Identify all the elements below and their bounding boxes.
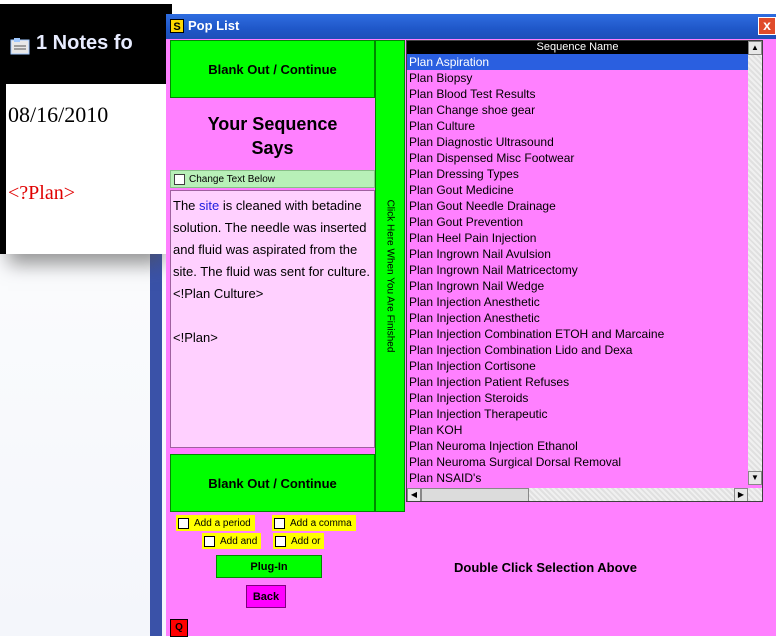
add-period-label: Add a period bbox=[194, 517, 251, 529]
scroll-left-icon[interactable]: ◀ bbox=[407, 488, 421, 501]
add-and-label: Add and bbox=[220, 535, 258, 547]
notes-date: 08/16/2010 bbox=[8, 102, 109, 127]
add-period-checkbox[interactable] bbox=[178, 517, 189, 529]
scroll-right-icon[interactable]: ▶ bbox=[734, 488, 748, 501]
notes-icon bbox=[10, 38, 30, 55]
plug-in-button[interactable]: Plug-In bbox=[216, 555, 322, 578]
add-or-checkbox[interactable] bbox=[275, 535, 286, 547]
change-text-label: Change Text Below bbox=[189, 173, 275, 185]
scroll-down-icon[interactable]: ▼ bbox=[748, 471, 762, 485]
blank-out-continue-button-bottom[interactable]: Blank Out / Continue bbox=[170, 454, 375, 512]
close-icon[interactable]: x bbox=[758, 17, 776, 35]
sequence-list-item[interactable]: Plan Heel Pain Injection bbox=[407, 230, 748, 246]
notes-body[interactable]: 08/16/2010 <?Plan> bbox=[6, 84, 172, 254]
sequence-list-items: Plan Aspiration Plan Biopsy Plan Blood Tes… bbox=[407, 54, 748, 486]
sequence-list-item[interactable]: Plan Injection Patient Refuses bbox=[407, 374, 748, 390]
sequence-list-item[interactable]: Plan Dispensed Misc Footwear bbox=[407, 150, 748, 166]
your-sequence-says-heading: Your Sequence Says bbox=[170, 98, 375, 176]
add-or-option[interactable]: Add or bbox=[273, 533, 325, 549]
pop-list-title: Pop List bbox=[188, 18, 240, 33]
horizontal-scroll-thumb[interactable] bbox=[421, 488, 529, 501]
sequence-text-area[interactable]: The site is cleaned with betadine soluti… bbox=[170, 190, 375, 448]
sequence-list-item[interactable]: Plan NSAID's bbox=[407, 470, 748, 486]
add-and-checkbox[interactable] bbox=[204, 535, 215, 547]
sequence-list-item[interactable]: Plan Injection Cortisone bbox=[407, 358, 748, 374]
notes-window: 1 Notes fo 08/16/2010 <?Plan> bbox=[0, 4, 172, 254]
horizontal-scrollbar[interactable]: ◀ ▶ bbox=[407, 488, 762, 501]
app-icon: S bbox=[170, 19, 184, 33]
add-and-option[interactable]: Add and bbox=[202, 533, 262, 549]
change-text-checkbox[interactable] bbox=[174, 173, 185, 185]
text-after: is cleaned with betadine solution. The n… bbox=[173, 198, 371, 301]
sequence-list-item[interactable]: Plan Ingrown Nail Wedge bbox=[407, 278, 748, 294]
notes-title-text: 1 Notes fo bbox=[36, 32, 133, 54]
pop-list-titlebar: S Pop List x bbox=[166, 14, 776, 39]
sequence-list-item[interactable]: Plan Diagnostic Ultrasound bbox=[407, 134, 748, 150]
sequence-list-item[interactable]: Plan Injection Combination ETOH and Marc… bbox=[407, 326, 748, 342]
sequence-list-item[interactable]: Plan Dressing Types bbox=[407, 166, 748, 182]
sequence-list-item[interactable]: Plan Injection Therapeutic bbox=[407, 406, 748, 422]
sequence-list-item[interactable]: Plan Aspiration bbox=[407, 54, 748, 70]
text-plan-tag: <!Plan> bbox=[173, 330, 218, 345]
sequence-list-item[interactable]: Plan Neuroma Injection Ethanol bbox=[407, 438, 748, 454]
change-text-checkbox-row[interactable]: Change Text Below bbox=[170, 170, 375, 188]
add-comma-checkbox[interactable] bbox=[274, 517, 285, 529]
q-button[interactable]: Q bbox=[170, 619, 188, 637]
seq-heading-line2: Says bbox=[251, 138, 294, 158]
text-before: The bbox=[173, 198, 200, 213]
text-site-link[interactable]: site bbox=[199, 198, 219, 213]
scroll-up-icon[interactable]: ▲ bbox=[748, 41, 762, 55]
sequence-list-item[interactable]: Plan Ingrown Nail Matricectomy bbox=[407, 262, 748, 278]
sequence-list-item[interactable]: Plan Gout Medicine bbox=[407, 182, 748, 198]
sequence-name-header[interactable]: Sequence Name bbox=[407, 41, 748, 54]
sequence-list-item[interactable]: Plan KOH bbox=[407, 422, 748, 438]
sequence-list-item[interactable]: Plan Biopsy bbox=[407, 70, 748, 86]
seq-heading-line1: Your Sequence bbox=[207, 114, 338, 134]
sequence-list[interactable]: Sequence Name Plan Aspiration Plan Biopsy… bbox=[406, 40, 763, 502]
vertical-scrollbar[interactable]: ▲ ▼ bbox=[748, 41, 762, 485]
notes-plan-tag: <?Plan> bbox=[8, 182, 75, 204]
sequence-list-item[interactable]: Plan Culture bbox=[407, 118, 748, 134]
finished-button-label: Click Here When You Are Finished bbox=[384, 199, 396, 353]
sequence-list-item[interactable]: Plan Ingrown Nail Avulsion bbox=[407, 246, 748, 262]
finished-button[interactable]: Click Here When You Are Finished bbox=[375, 40, 405, 512]
sequence-list-item[interactable]: Plan Change shoe gear bbox=[407, 102, 748, 118]
add-or-label: Add or bbox=[291, 535, 321, 547]
sequence-list-item[interactable]: Plan Neuroma Surgical Dorsal Removal bbox=[407, 454, 748, 470]
add-comma-option[interactable]: Add a comma bbox=[272, 515, 356, 531]
notes-titlebar: 1 Notes fo bbox=[0, 4, 172, 84]
sequence-list-item[interactable]: Plan Injection Combination Lido and Dexa bbox=[407, 342, 748, 358]
add-comma-label: Add a comma bbox=[290, 517, 352, 529]
sequence-list-item[interactable]: Plan Injection Anesthetic bbox=[407, 310, 748, 326]
pop-list-window: S Pop List x Blank Out / Continue Your S… bbox=[166, 14, 776, 637]
sequence-list-item[interactable]: Plan Gout Prevention bbox=[407, 214, 748, 230]
sequence-list-item[interactable]: Plan Injection Steroids bbox=[407, 390, 748, 406]
sequence-list-item[interactable]: Plan Injection Anesthetic bbox=[407, 294, 748, 310]
blank-out-continue-button-top[interactable]: Blank Out / Continue bbox=[170, 40, 375, 98]
double-click-hint: Double Click Selection Above bbox=[454, 560, 638, 575]
add-period-option[interactable]: Add a period bbox=[176, 515, 255, 531]
back-button[interactable]: Back bbox=[246, 585, 286, 608]
sequence-list-item[interactable]: Plan Blood Test Results bbox=[407, 86, 748, 102]
sequence-list-item[interactable]: Plan Gout Needle Drainage bbox=[407, 198, 748, 214]
